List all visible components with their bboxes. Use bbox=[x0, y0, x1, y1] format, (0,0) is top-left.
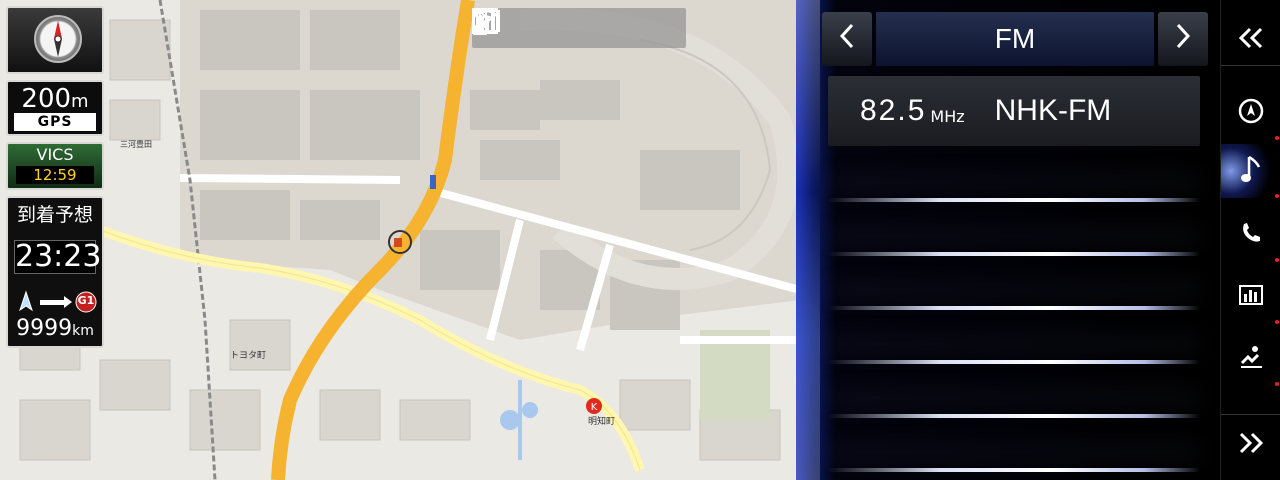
vics-label: VICS bbox=[36, 145, 74, 164]
band-label[interactable]: FM bbox=[876, 12, 1154, 66]
distance-unit: km bbox=[72, 323, 94, 339]
band-selector: FM bbox=[822, 12, 1208, 66]
map-canvas: K bbox=[0, 0, 800, 480]
eta-panel[interactable]: 到着予想 23:23 G1 9999km bbox=[6, 196, 104, 348]
chevron-left-icon bbox=[837, 19, 857, 59]
side-rail bbox=[1220, 0, 1280, 480]
svg-text:K: K bbox=[591, 402, 598, 413]
frequency-unit: MHz bbox=[930, 106, 965, 126]
preset-slot-5[interactable] bbox=[828, 414, 1200, 418]
start-arrow-icon bbox=[19, 290, 33, 312]
map-view[interactable]: K 明知町 トヨタ町 三河豊田 200m GPS VICS 12:59 到着予想… bbox=[0, 0, 800, 480]
double-chevron-left-icon bbox=[1238, 18, 1264, 58]
eta-label: 到着予想 bbox=[16, 204, 93, 226]
phone-icon bbox=[1240, 222, 1262, 248]
nav-button[interactable] bbox=[1221, 86, 1280, 140]
preset-slot-6[interactable] bbox=[828, 468, 1200, 472]
map-scale-button[interactable]: 200m GPS bbox=[6, 80, 104, 136]
compass-icon bbox=[34, 15, 82, 63]
audio-panel: FM 82.5 MHz NHK-FM bbox=[796, 0, 1220, 480]
scale-unit: m bbox=[71, 91, 89, 112]
map-label-station: 三河豊田 bbox=[120, 140, 152, 149]
battery-icon bbox=[473, 9, 677, 43]
next-band-button[interactable] bbox=[1158, 12, 1208, 66]
info-button[interactable] bbox=[1221, 270, 1280, 324]
compass-button[interactable] bbox=[6, 6, 104, 74]
equalizer-icon bbox=[1239, 285, 1263, 309]
bluetooth-icon bbox=[474, 8, 610, 43]
expand-button[interactable] bbox=[1221, 414, 1280, 470]
climate-button[interactable] bbox=[1221, 332, 1280, 386]
prev-band-button[interactable] bbox=[822, 12, 872, 66]
preset-slot-3[interactable] bbox=[828, 306, 1200, 310]
wifi-icon bbox=[473, 9, 576, 43]
phone-button[interactable] bbox=[1221, 208, 1280, 262]
map-label-landmark: 明知町 bbox=[588, 417, 616, 427]
scale-value: 200 bbox=[21, 84, 72, 114]
climate-icon bbox=[1238, 345, 1264, 373]
audio-button[interactable] bbox=[1221, 144, 1280, 198]
route-indicator: G1 bbox=[14, 290, 97, 314]
vics-time: 12:59 bbox=[16, 166, 94, 184]
map-label-town: トヨタ町 bbox=[230, 351, 267, 361]
eta-time: 23:23 bbox=[14, 239, 102, 274]
route-arrow-icon bbox=[40, 296, 72, 308]
preset-slot-1[interactable] bbox=[828, 198, 1200, 202]
preset-slot-2[interactable] bbox=[828, 252, 1200, 256]
distance-value: 9999 bbox=[16, 316, 73, 341]
preset-slot-4[interactable] bbox=[828, 360, 1200, 364]
status-bar bbox=[472, 8, 686, 48]
music-note-icon bbox=[1240, 153, 1262, 189]
gps-label: GPS bbox=[14, 113, 96, 131]
vics-button[interactable]: VICS 12:59 bbox=[6, 142, 104, 190]
station-name: NHK-FM bbox=[994, 94, 1112, 127]
route-code: G1 bbox=[77, 294, 95, 307]
signal-icon bbox=[473, 13, 643, 43]
double-chevron-right-icon bbox=[1238, 423, 1264, 463]
collapse-button[interactable] bbox=[1221, 10, 1280, 66]
mail-icon bbox=[472, 10, 542, 43]
now-playing[interactable]: 82.5 MHz NHK-FM bbox=[828, 76, 1200, 146]
frequency-value: 82.5 bbox=[860, 94, 927, 127]
chevron-right-icon bbox=[1173, 19, 1193, 59]
navigation-icon bbox=[1238, 98, 1264, 128]
